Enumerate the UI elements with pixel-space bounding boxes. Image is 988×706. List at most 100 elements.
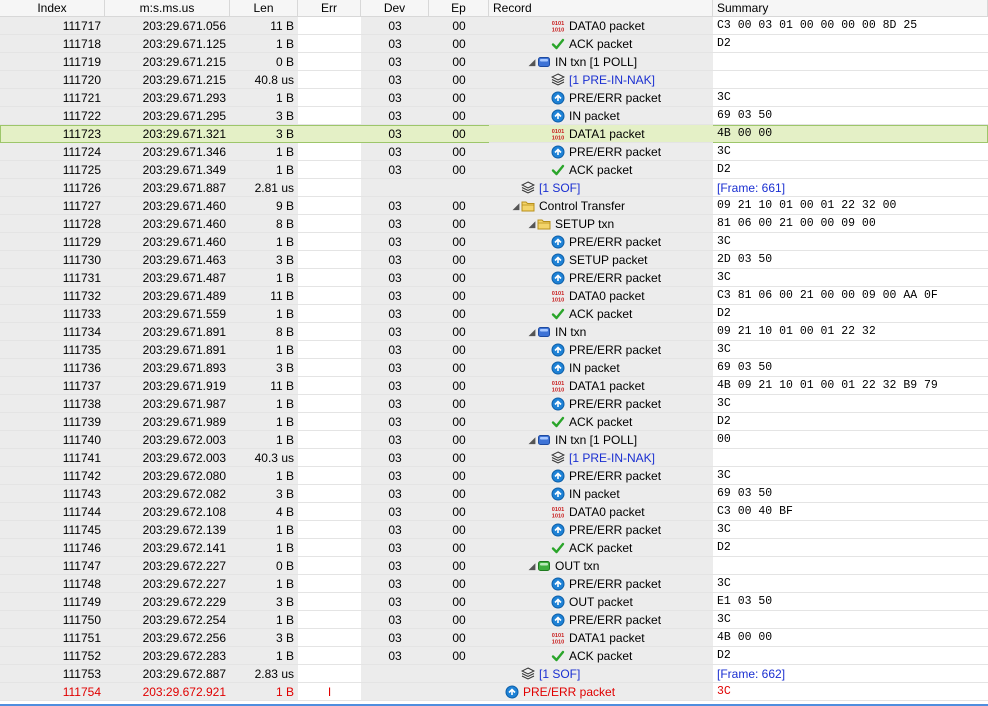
table-row[interactable]: 111728 203:29.671.460 8 B 03 00 ◢ SETUP txn 81 … — [0, 215, 988, 233]
cell-record: PRE/ERR packet — [489, 233, 713, 251]
table-row[interactable]: 111736 203:29.671.893 3 B 03 00 IN packet 69 0… — [0, 359, 988, 377]
svg-text:0101: 0101 — [552, 21, 564, 27]
cell-len: 2.83 us — [230, 665, 298, 683]
table-row[interactable]: 111733 203:29.671.559 1 B 03 00 ACK packet D2 — [0, 305, 988, 323]
cell-err — [298, 269, 361, 287]
usb-trace-grid[interactable]: Index m:s.ms.us Len Err Dev Ep Record Su… — [0, 0, 988, 706]
cell-index: 111729 — [0, 233, 105, 251]
cell-len: 1 B — [230, 35, 298, 53]
table-row[interactable]: 111732 203:29.671.489 11 B 03 00 0101 1010 DATA… — [0, 287, 988, 305]
column-header-ep[interactable]: Ep — [429, 0, 489, 16]
cell-index: 111728 — [0, 215, 105, 233]
cell-err — [298, 71, 361, 89]
cell-summary: [Frame: 661] — [713, 179, 988, 197]
data-icon: 0101 1010 — [551, 289, 565, 303]
table-row[interactable]: 111725 203:29.671.349 1 B 03 00 ACK packet D2 — [0, 161, 988, 179]
collapse-triangle-icon[interactable]: ◢ — [527, 215, 537, 232]
record-label[interactable]: [1 PRE-IN-NAK] — [569, 71, 655, 88]
table-row[interactable]: 111721 203:29.671.293 1 B 03 00 PRE/ERR packe… — [0, 89, 988, 107]
collapse-triangle-icon[interactable]: ◢ — [511, 197, 521, 214]
table-row[interactable]: 111743 203:29.672.082 3 B 03 00 IN packet 69 0… — [0, 485, 988, 503]
table-row[interactable]: 111749 203:29.672.229 3 B 03 00 OUT packet E1 … — [0, 593, 988, 611]
cell-summary: D2 — [713, 35, 988, 53]
cell-err — [298, 665, 361, 683]
table-row[interactable]: 111744 203:29.672.108 4 B 03 00 0101 1010 DATA0… — [0, 503, 988, 521]
summary-text[interactable]: [Frame: 661] — [717, 181, 785, 195]
cell-len: 1 B — [230, 395, 298, 413]
pid-icon — [551, 145, 565, 159]
cell-err — [298, 305, 361, 323]
cell-index: 111753 — [0, 665, 105, 683]
table-row[interactable]: 111748 203:29.672.227 1 B 03 00 PRE/ERR packe… — [0, 575, 988, 593]
cell-summary: 81 06 00 21 00 00 09 00 — [713, 215, 988, 233]
table-row[interactable]: 111739 203:29.671.989 1 B 03 00 ACK packet D2 — [0, 413, 988, 431]
cell-dev: 03 — [361, 539, 429, 557]
table-row[interactable]: 111735 203:29.671.891 1 B 03 00 PRE/ERR packe… — [0, 341, 988, 359]
table-row[interactable]: 111723 203:29.671.321 3 B 03 00 0101 1010 DATA1… — [0, 125, 988, 143]
collapse-triangle-icon[interactable]: ◢ — [527, 53, 537, 70]
column-header-index[interactable]: Index — [0, 0, 105, 16]
cell-ep: 00 — [429, 341, 489, 359]
record-label[interactable]: [1 SOF] — [539, 179, 580, 196]
record-label: ACK packet — [569, 163, 633, 177]
column-header-len[interactable]: Len — [230, 0, 298, 16]
table-row[interactable]: 111752 203:29.672.283 1 B 03 00 ACK packet D2 — [0, 647, 988, 665]
table-row[interactable]: 111724 203:29.671.346 1 B 03 00 PRE/ERR packe… — [0, 143, 988, 161]
cell-record: 0101 1010 DATA1 packet — [489, 629, 713, 647]
cell-ep: 00 — [429, 467, 489, 485]
table-row[interactable]: 111742 203:29.672.080 1 B 03 00 PRE/ERR packe… — [0, 467, 988, 485]
table-row[interactable]: 111718 203:29.671.125 1 B 03 00 ACK packet D2 — [0, 35, 988, 53]
column-header-dev[interactable]: Dev — [361, 0, 429, 16]
collapse-triangle-icon[interactable]: ◢ — [527, 431, 537, 448]
cell-dev: 03 — [361, 485, 429, 503]
column-header-summary[interactable]: Summary — [713, 0, 988, 16]
cell-ep: 00 — [429, 323, 489, 341]
table-row[interactable]: 111738 203:29.671.987 1 B 03 00 PRE/ERR packe… — [0, 395, 988, 413]
cell-index: 111734 — [0, 323, 105, 341]
cell-ep: 00 — [429, 431, 489, 449]
cell-len: 1 B — [230, 683, 298, 701]
summary-text[interactable]: [Frame: 662] — [717, 667, 785, 681]
table-row[interactable]: 111729 203:29.671.460 1 B 03 00 PRE/ERR packe… — [0, 233, 988, 251]
column-header-time[interactable]: m:s.ms.us — [105, 0, 230, 16]
column-header-record[interactable]: Record — [489, 0, 713, 16]
table-row[interactable]: 111727 203:29.671.460 9 B 03 00 ◢ Control Tran… — [0, 197, 988, 215]
table-row[interactable]: 111753 203:29.672.887 2.83 us [1 SOF] [Frame… — [0, 665, 988, 683]
cell-err — [298, 629, 361, 647]
record-label[interactable]: [1 PRE-IN-NAK] — [569, 449, 655, 466]
table-row[interactable]: 111717 203:29.671.056 11 B 03 00 0101 1010 DATA… — [0, 17, 988, 35]
table-row[interactable]: 111737 203:29.671.919 11 B 03 00 0101 1010 DATA… — [0, 377, 988, 395]
table-row[interactable]: 111740 203:29.672.003 1 B 03 00 ◢ IN txn [1 PO… — [0, 431, 988, 449]
svg-text:0101: 0101 — [552, 291, 564, 297]
table-row[interactable]: 111720 203:29.671.215 40.8 us 03 00 [1 PRE-IN… — [0, 71, 988, 89]
table-row[interactable]: 111734 203:29.671.891 8 B 03 00 ◢ IN txn 09 21 … — [0, 323, 988, 341]
cell-ep: 00 — [429, 161, 489, 179]
table-row[interactable]: 111726 203:29.671.887 2.81 us [1 SOF] [Frame… — [0, 179, 988, 197]
table-row[interactable]: 111750 203:29.672.254 1 B 03 00 PRE/ERR packe… — [0, 611, 988, 629]
table-row[interactable]: 111731 203:29.671.487 1 B 03 00 PRE/ERR packe… — [0, 269, 988, 287]
summary-text: 3C — [717, 91, 731, 104]
cell-summary: 2D 03 50 — [713, 251, 988, 269]
table-row[interactable]: 111719 203:29.671.215 0 B 03 00 ◢ IN txn [1 PO… — [0, 53, 988, 71]
cell-time: 203:29.672.256 — [105, 629, 230, 647]
cell-summary: 3C — [713, 683, 988, 701]
table-row[interactable]: 111754 203:29.672.921 1 B I PRE/ERR packet 3C — [0, 683, 988, 701]
table-row[interactable]: 111747 203:29.672.227 0 B 03 00 ◢ OUT txn — [0, 557, 988, 575]
table-row[interactable]: 111746 203:29.672.141 1 B 03 00 ACK packet D2 — [0, 539, 988, 557]
record-label[interactable]: [1 SOF] — [539, 665, 580, 682]
cell-err — [298, 467, 361, 485]
table-row[interactable]: 111722 203:29.671.295 3 B 03 00 IN packet 69 0… — [0, 107, 988, 125]
table-row[interactable]: 111730 203:29.671.463 3 B 03 00 SETUP packet 2… — [0, 251, 988, 269]
table-row[interactable]: 111745 203:29.672.139 1 B 03 00 PRE/ERR packe… — [0, 521, 988, 539]
collapse-triangle-icon[interactable]: ◢ — [527, 323, 537, 340]
column-header-err[interactable]: Err — [298, 0, 361, 16]
table-row[interactable]: 111741 203:29.672.003 40.3 us 03 00 [1 PRE-IN… — [0, 449, 988, 467]
table-row[interactable]: 111751 203:29.672.256 3 B 03 00 0101 1010 DATA1… — [0, 629, 988, 647]
cell-err — [298, 557, 361, 575]
pid-icon — [551, 469, 565, 483]
cell-index: 111727 — [0, 197, 105, 215]
ack-icon — [551, 307, 565, 321]
summary-text: 2D 03 50 — [717, 253, 773, 266]
cell-time: 203:29.672.227 — [105, 575, 230, 593]
collapse-triangle-icon[interactable]: ◢ — [527, 557, 537, 574]
